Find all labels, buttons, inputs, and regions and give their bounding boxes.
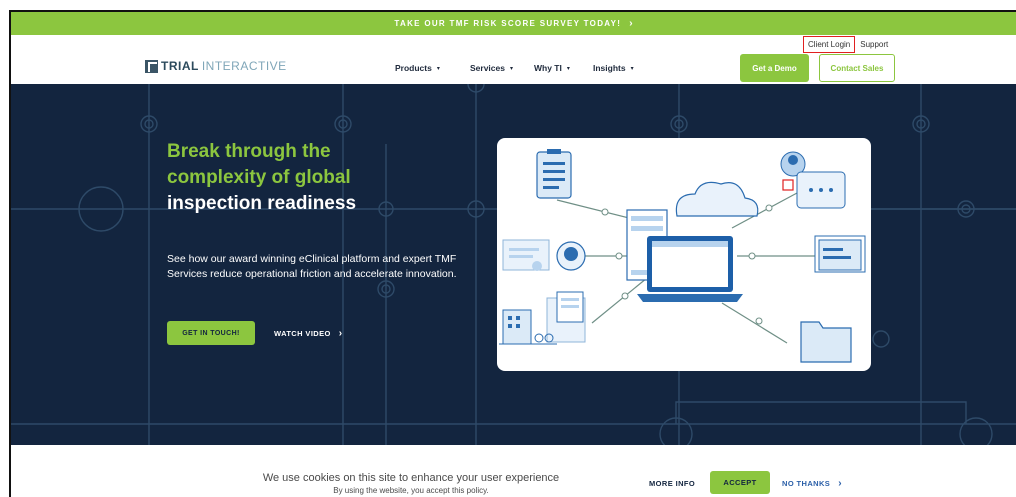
chevron-right-icon: › [629,18,633,29]
browser-viewport: TAKE OUR TMF RISK SCORE SURVEY TODAY! › … [9,10,1016,497]
main-nav: Products ▾ Services ▾ Why TI ▾ Insights … [395,63,653,73]
cookie-message-text: We use cookies on this site to enhance y… [262,472,560,484]
hero-headline: Break through the complexity of global i… [167,139,356,217]
hero-description: See how our award winning eClinical plat… [167,253,457,280]
announcement-bar[interactable]: TAKE OUR TMF RISK SCORE SURVEY TODAY! › [11,12,1016,35]
nav-item-label: Why TI [534,63,562,73]
chevron-right-icon: › [338,328,343,339]
nav-item-products[interactable]: Products ▾ [395,63,470,73]
nav-item-services[interactable]: Services ▾ [470,63,534,73]
logo-text-light: INTERACTIVE [201,59,287,73]
cookie-policy-text: By using the website, you accept this po… [333,486,489,495]
chevron-down-icon: ▾ [509,65,513,72]
logo-mark-icon [145,59,158,73]
nav-item-insights[interactable]: Insights ▾ [593,63,653,73]
no-thanks-link[interactable]: NO THANKS › [782,478,842,489]
site-logo[interactable]: TRIAL INTERACTIVE [145,59,287,73]
watch-video-link[interactable]: WATCH VIDEO › [274,328,343,339]
no-thanks-label: NO THANKS [782,479,831,488]
accept-cookies-button[interactable]: ACCEPT [710,471,770,494]
nav-item-label: Services [470,63,505,73]
get-demo-button[interactable]: Get a Demo [740,54,809,82]
hero-illustration [497,138,871,371]
chevron-down-icon: ▾ [566,65,570,72]
nav-item-label: Insights [593,63,626,73]
client-login-link[interactable]: Client Login [803,36,856,53]
nav-item-why-ti[interactable]: Why TI ▾ [534,63,593,73]
headline-line-2: complexity of global [167,167,351,188]
cookie-message: We use cookies on this site to enhance y… [251,472,571,495]
hero-section: Break through the complexity of global i… [11,84,1016,445]
support-link[interactable]: Support [860,40,888,49]
headline-line-3: inspection readiness [167,193,357,214]
watch-video-label: WATCH VIDEO [274,329,331,338]
site-header: TRIAL INTERACTIVE Client Login Support P… [11,35,1016,84]
get-in-touch-button[interactable]: GET IN TOUCH! [167,321,255,345]
platform-network-illustration [499,149,866,363]
nav-item-label: Products [395,63,432,73]
more-info-link[interactable]: MORE INFO [649,479,695,488]
cookie-banner: We use cookies on this site to enhance y… [11,445,1016,497]
contact-sales-button[interactable]: Contact Sales [819,54,895,82]
headline-line-1: Break through the [167,141,331,162]
logo-text-bold: TRIAL [161,59,199,73]
chevron-down-icon: ▾ [630,65,634,72]
utility-links: Client Login Support [803,36,888,53]
chevron-down-icon: ▾ [436,65,440,72]
chevron-right-icon: › [838,478,842,489]
announcement-text[interactable]: TAKE OUR TMF RISK SCORE SURVEY TODAY! [394,19,621,28]
